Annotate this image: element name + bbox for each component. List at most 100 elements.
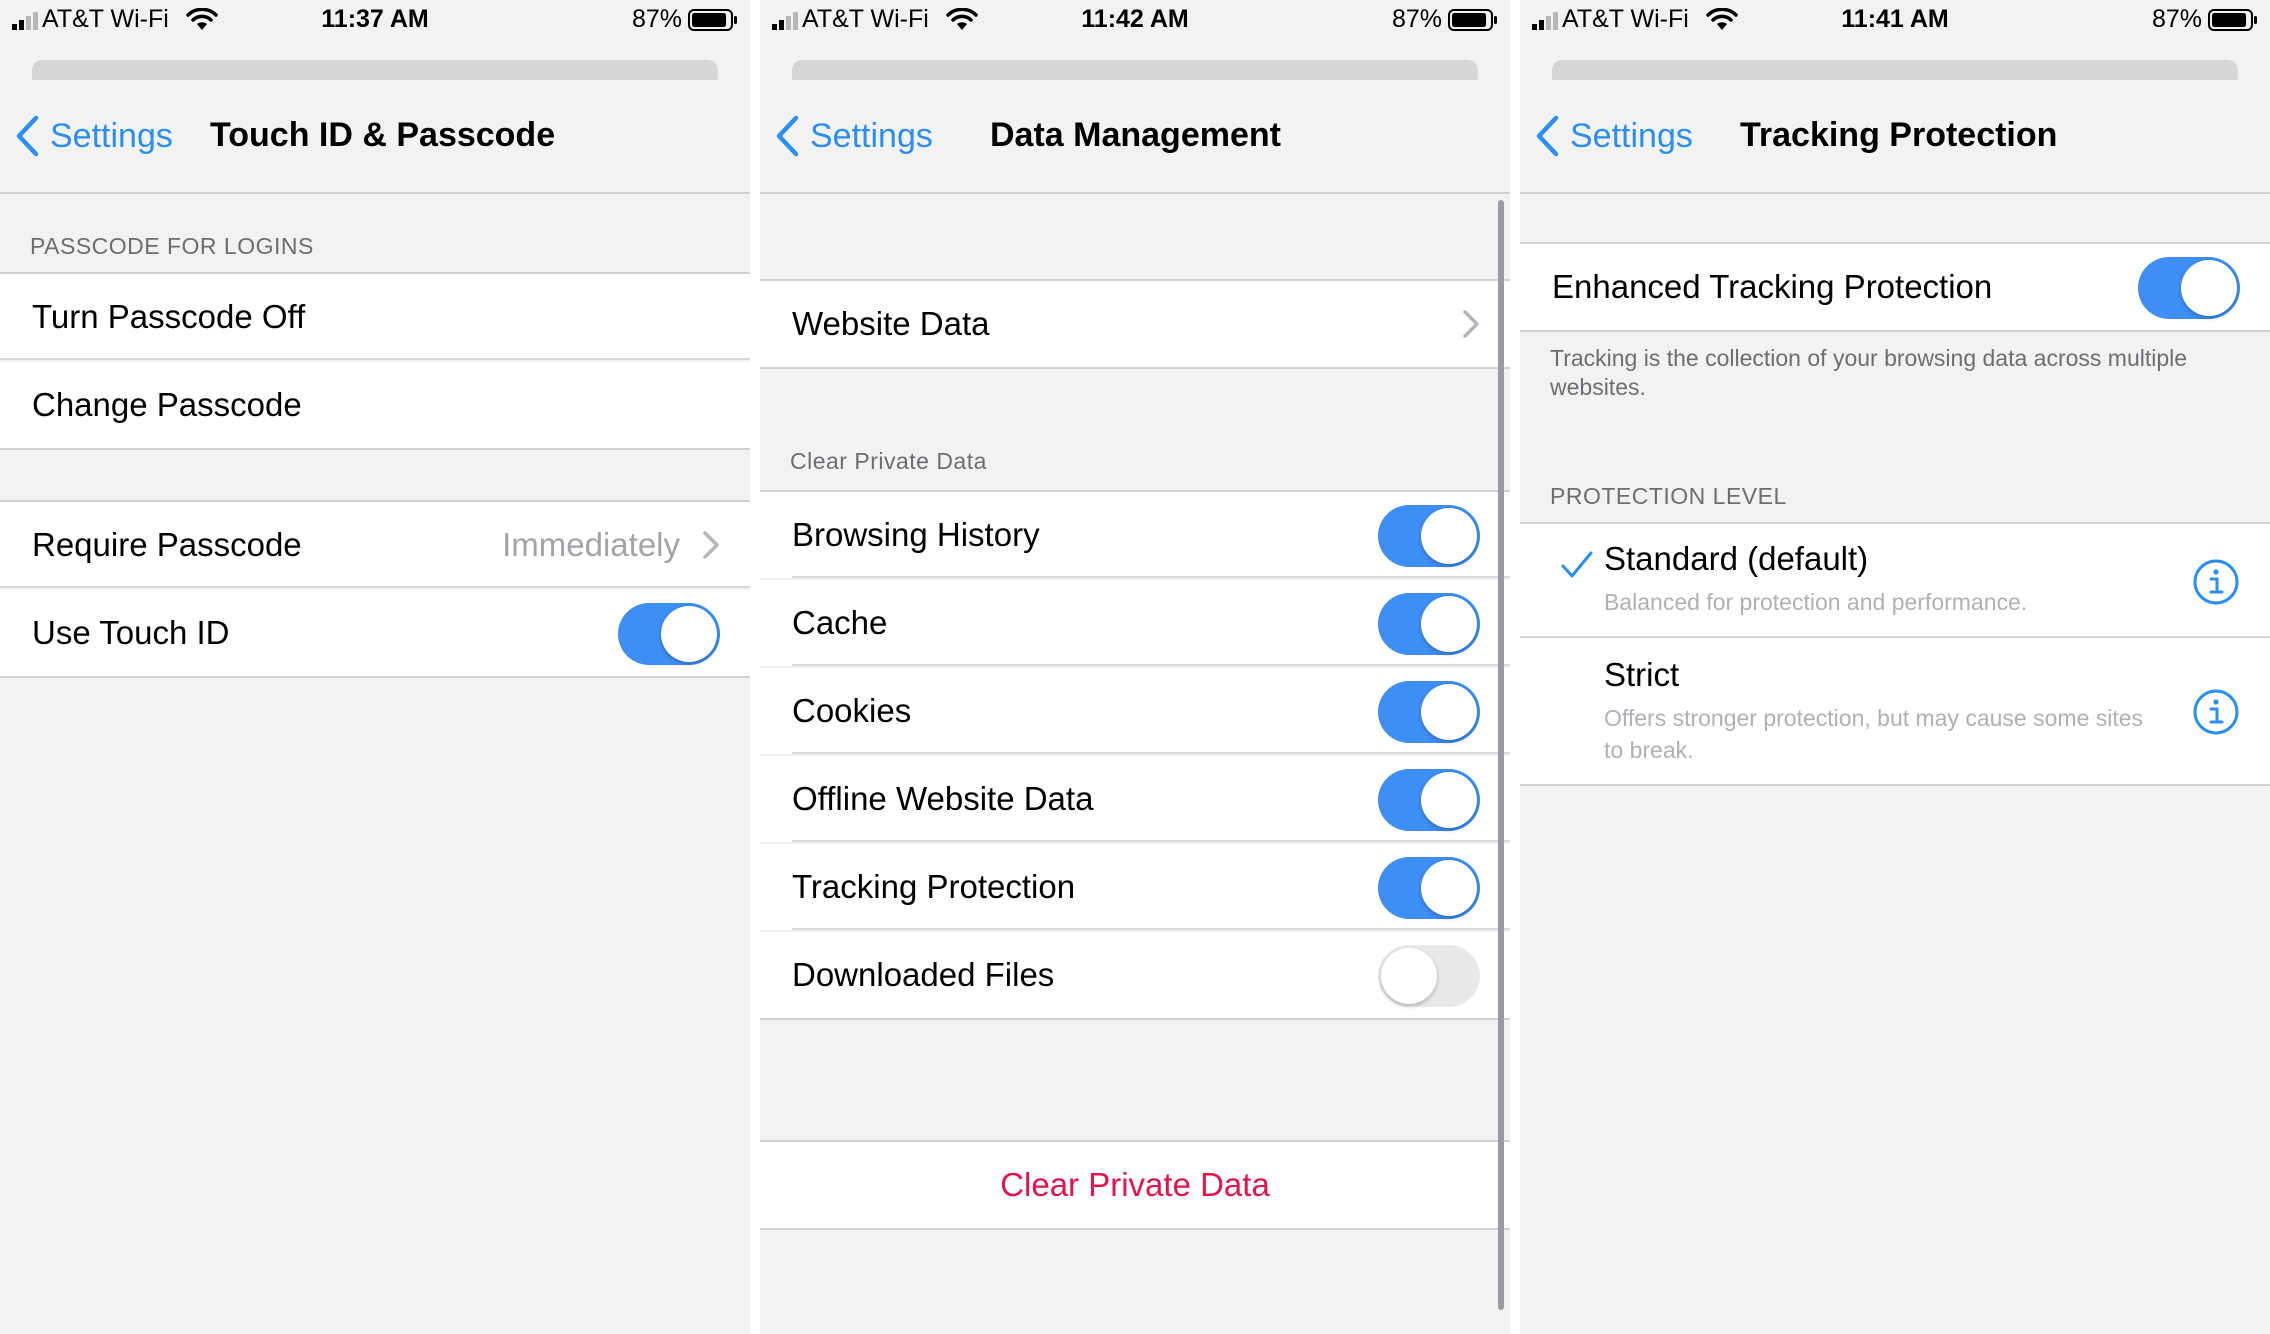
divider bbox=[792, 752, 1510, 754]
cell-label: Cache bbox=[792, 604, 888, 641]
toggle-knob bbox=[1421, 684, 1477, 740]
toggle-knob bbox=[661, 606, 717, 662]
page-title: Data Management bbox=[990, 116, 1281, 154]
clear-private-data-button[interactable]: Clear Private Data bbox=[760, 1142, 1510, 1228]
enhanced-tracking-protection-cell: Enhanced Tracking Protection bbox=[1520, 244, 2270, 330]
protection-level-strict[interactable]: Strict Offers stronger protection, but m… bbox=[1520, 638, 2270, 784]
toggle-cell-downloaded-files: Downloaded Files bbox=[760, 932, 1510, 1018]
divider bbox=[0, 586, 750, 588]
divider bbox=[760, 1228, 1510, 1230]
scroll-indicator[interactable] bbox=[1498, 200, 1504, 1310]
website-data-cell[interactable]: Website Data bbox=[760, 281, 1510, 367]
downloaded-files-toggle[interactable] bbox=[1378, 945, 1480, 1007]
back-label: Settings bbox=[50, 116, 173, 155]
toggle-knob bbox=[1381, 948, 1437, 1004]
chevron-right-icon bbox=[703, 531, 719, 559]
divider bbox=[792, 576, 1510, 578]
chevron-left-icon bbox=[1536, 115, 1559, 157]
divider bbox=[0, 358, 750, 360]
toggle-knob bbox=[1421, 772, 1477, 828]
use-touch-id-toggle[interactable] bbox=[618, 603, 720, 665]
cell-label: Website Data bbox=[792, 305, 990, 342]
sheet-tab bbox=[792, 60, 1478, 80]
cell-label: Cookies bbox=[792, 692, 912, 729]
cell-label: Turn Passcode Off bbox=[32, 298, 306, 335]
toggle-cell-browsing-history: Browsing History bbox=[760, 492, 1510, 578]
section-header: PROTECTION LEVEL bbox=[1550, 483, 1787, 509]
cell-label: Use Touch ID bbox=[32, 614, 230, 651]
navigation-bar: Settings Tracking Protection bbox=[1520, 80, 2270, 194]
divider bbox=[792, 840, 1510, 842]
back-button[interactable]: Settings bbox=[1534, 114, 1693, 158]
back-button[interactable]: Settings bbox=[774, 114, 933, 158]
cell-label: Browsing History bbox=[792, 516, 1040, 553]
clear-private-data-label: Clear Private Data bbox=[1000, 1166, 1270, 1203]
divider bbox=[760, 367, 1510, 369]
cell-label: Downloaded Files bbox=[792, 956, 1055, 993]
sheet-tab bbox=[32, 60, 718, 80]
toggle-cell-cookies: Cookies bbox=[760, 668, 1510, 754]
back-label: Settings bbox=[1570, 116, 1693, 155]
toggle-cell-offline-website-data: Offline Website Data bbox=[760, 756, 1510, 842]
section-header: Clear Private Data bbox=[790, 448, 987, 474]
navigation-bar: Settings Data Management bbox=[760, 80, 1510, 194]
protection-level-standard[interactable]: Standard (default) Balanced for protecti… bbox=[1520, 524, 2270, 638]
cell-label: Require Passcode bbox=[32, 526, 302, 563]
screen-touch-id-passcode: AT&T Wi-Fi 11:37 AM 87% Settings Touch I… bbox=[0, 0, 750, 1334]
divider bbox=[0, 448, 750, 450]
info-icon[interactable] bbox=[2192, 688, 2240, 736]
battery-percent: 87% bbox=[631, 5, 682, 33]
cache-toggle[interactable] bbox=[1378, 593, 1480, 655]
require-passcode-cell[interactable]: Require Passcode Immediately bbox=[0, 502, 750, 588]
cell-label: Tracking Protection bbox=[792, 868, 1076, 905]
section-header: PASSCODE FOR LOGINS bbox=[30, 233, 314, 259]
status-bar: AT&T Wi-Fi 11:37 AM 87% bbox=[0, 0, 750, 40]
navigation-bar: Settings Touch ID & Passcode bbox=[0, 80, 750, 194]
checkmark-icon bbox=[1561, 551, 1593, 578]
divider bbox=[0, 676, 750, 678]
battery-icon bbox=[688, 9, 737, 31]
info-icon[interactable] bbox=[2192, 558, 2240, 606]
toggle-knob bbox=[1421, 596, 1477, 652]
level-subtitle: Offers stronger protection, but may caus… bbox=[1604, 705, 2144, 763]
battery-icon bbox=[1448, 9, 1497, 31]
battery-percent: 87% bbox=[2151, 5, 2202, 33]
divider bbox=[1520, 330, 2270, 332]
sheet-tab bbox=[1552, 60, 2238, 80]
etp-description: Tracking is the collection of your brows… bbox=[1550, 345, 2188, 400]
turn-passcode-off-cell[interactable]: Turn Passcode Off bbox=[0, 274, 750, 360]
cell-value: Immediately bbox=[502, 526, 680, 563]
divider bbox=[792, 928, 1510, 930]
cell-label: Change Passcode bbox=[32, 386, 302, 423]
divider bbox=[760, 1018, 1510, 1020]
tracking-protection-toggle[interactable] bbox=[1378, 857, 1480, 919]
cell-label: Enhanced Tracking Protection bbox=[1552, 268, 1993, 305]
screen-tracking-protection: AT&T Wi-Fi 11:41 AM 87% Settings Trackin… bbox=[1520, 0, 2270, 1334]
enhanced-tracking-protection-toggle[interactable] bbox=[2138, 257, 2240, 319]
page-title: Tracking Protection bbox=[1740, 116, 2058, 154]
toggle-cell-cache: Cache bbox=[760, 580, 1510, 666]
status-bar: AT&T Wi-Fi 11:41 AM 87% bbox=[1520, 0, 2270, 40]
back-label: Settings bbox=[810, 116, 933, 155]
back-button[interactable]: Settings bbox=[14, 114, 173, 158]
chevron-left-icon bbox=[16, 115, 39, 157]
toggle-knob bbox=[1421, 508, 1477, 564]
change-passcode-cell[interactable]: Change Passcode bbox=[0, 362, 750, 448]
toggle-knob bbox=[2181, 260, 2237, 316]
battery-percent: 87% bbox=[1391, 5, 1442, 33]
battery-icon bbox=[2208, 9, 2257, 31]
page-title: Touch ID & Passcode bbox=[210, 116, 556, 154]
offline-website-data-toggle[interactable] bbox=[1378, 769, 1480, 831]
screen-data-management: AT&T Wi-Fi 11:42 AM 87% Settings Data Ma… bbox=[760, 0, 1510, 1334]
divider bbox=[1520, 784, 2270, 786]
chevron-right-icon bbox=[1463, 310, 1479, 338]
cell-label: Offline Website Data bbox=[792, 780, 1094, 817]
browsing-history-toggle[interactable] bbox=[1378, 505, 1480, 567]
use-touch-id-cell: Use Touch ID bbox=[0, 590, 750, 676]
toggle-cell-tracking-protection: Tracking Protection bbox=[760, 844, 1510, 930]
cookies-toggle[interactable] bbox=[1378, 681, 1480, 743]
status-bar: AT&T Wi-Fi 11:42 AM 87% bbox=[760, 0, 1510, 40]
level-title: Standard (default) bbox=[1604, 540, 1869, 577]
divider bbox=[792, 664, 1510, 666]
level-title: Strict bbox=[1604, 656, 1680, 693]
